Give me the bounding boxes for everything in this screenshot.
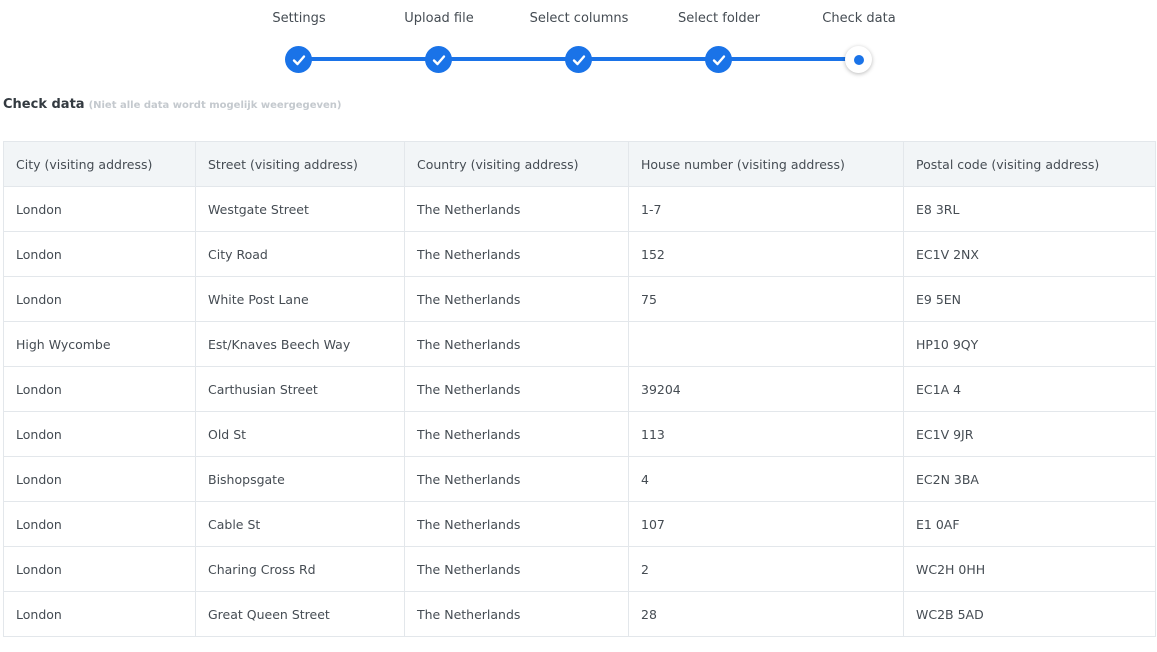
table-cell: 4 xyxy=(628,456,904,502)
section-note: (Niet alle data wordt mogelijk weergegev… xyxy=(88,100,342,111)
table-row: London Cable St The Netherlands 107 E1 0… xyxy=(3,501,1156,547)
table-cell xyxy=(628,321,904,367)
table-cell: 2 xyxy=(628,546,904,592)
column-header: House number (visiting address) xyxy=(628,141,904,187)
table-row: London Bishopsgate The Netherlands 4 EC2… xyxy=(3,456,1156,502)
table-cell: E1 0AF xyxy=(903,501,1156,547)
dot-icon xyxy=(853,54,864,65)
table-cell: Great Queen Street xyxy=(195,591,405,637)
table-cell: London xyxy=(3,546,196,592)
table-cell: EC1A 4 xyxy=(903,366,1156,412)
table-cell: The Netherlands xyxy=(404,186,629,232)
table-cell: The Netherlands xyxy=(404,276,629,322)
table-cell: Cable St xyxy=(195,501,405,547)
table-cell: HP10 9QY xyxy=(903,321,1156,367)
table-cell: High Wycombe xyxy=(3,321,196,367)
table-cell: The Netherlands xyxy=(404,501,629,547)
step-label: Check data xyxy=(822,11,896,26)
check-icon xyxy=(425,46,452,73)
table-cell: London xyxy=(3,501,196,547)
data-preview-table: City (visiting address) Street (visiting… xyxy=(3,141,1156,637)
table-cell: London xyxy=(3,411,196,457)
check-icon xyxy=(705,46,732,73)
table-row: High Wycombe Est/Knaves Beech Way The Ne… xyxy=(3,321,1156,367)
table-row: London Great Queen Street The Netherland… xyxy=(3,591,1156,637)
table-cell: The Netherlands xyxy=(404,591,629,637)
table-cell: 28 xyxy=(628,591,904,637)
table-cell: EC1V 9JR xyxy=(903,411,1156,457)
table-cell: WC2B 5AD xyxy=(903,591,1156,637)
column-header: Country (visiting address) xyxy=(404,141,629,187)
progress-stepper: Settings Upload file Select columns Sele… xyxy=(0,0,1157,80)
table-cell: 1-7 xyxy=(628,186,904,232)
table-cell: 107 xyxy=(628,501,904,547)
table-cell: London xyxy=(3,276,196,322)
table-cell: The Netherlands xyxy=(404,411,629,457)
table-cell: The Netherlands xyxy=(404,546,629,592)
table-cell: Westgate Street xyxy=(195,186,405,232)
table-row: London White Post Lane The Netherlands 7… xyxy=(3,276,1156,322)
table-cell: City Road xyxy=(195,231,405,277)
step-label: Select folder xyxy=(678,11,760,26)
table-cell: London xyxy=(3,366,196,412)
table-cell: 39204 xyxy=(628,366,904,412)
table-row: London Charing Cross Rd The Netherlands … xyxy=(3,546,1156,592)
table-row: London Westgate Street The Netherlands 1… xyxy=(3,186,1156,232)
table-cell: EC1V 2NX xyxy=(903,231,1156,277)
table-cell: London xyxy=(3,456,196,502)
column-header: Postal code (visiting address) xyxy=(903,141,1156,187)
table-cell: Carthusian Street xyxy=(195,366,405,412)
table-cell: The Netherlands xyxy=(404,456,629,502)
column-header: Street (visiting address) xyxy=(195,141,405,187)
table-cell: The Netherlands xyxy=(404,366,629,412)
table-row: London Old St The Netherlands 113 EC1V 9… xyxy=(3,411,1156,457)
table-row: London City Road The Netherlands 152 EC1… xyxy=(3,231,1156,277)
table-header-row: City (visiting address) Street (visiting… xyxy=(3,141,1156,187)
step-label: Settings xyxy=(272,11,326,26)
table-cell: 152 xyxy=(628,231,904,277)
table-cell: Charing Cross Rd xyxy=(195,546,405,592)
check-icon xyxy=(565,46,592,73)
table-row: London Carthusian Street The Netherlands… xyxy=(3,366,1156,412)
table-cell: White Post Lane xyxy=(195,276,405,322)
table-cell: 113 xyxy=(628,411,904,457)
step-label: Select columns xyxy=(529,11,629,26)
table-cell: E8 3RL xyxy=(903,186,1156,232)
table-cell: Bishopsgate xyxy=(195,456,405,502)
check-icon xyxy=(285,46,312,73)
step-label: Upload file xyxy=(404,11,474,26)
table-cell: EC2N 3BA xyxy=(903,456,1156,502)
table-cell: The Netherlands xyxy=(404,321,629,367)
table-cell: London xyxy=(3,231,196,277)
table-cell: WC2H 0HH xyxy=(903,546,1156,592)
table-cell: Old St xyxy=(195,411,405,457)
table-cell: E9 5EN xyxy=(903,276,1156,322)
table-cell: London xyxy=(3,186,196,232)
table-cell: Est/Knaves Beech Way xyxy=(195,321,405,367)
current-step-dot-icon xyxy=(845,46,872,73)
table-cell: London xyxy=(3,591,196,637)
section-title: Check data (Niet alle data wordt mogelijk… xyxy=(3,97,341,112)
section-title-text: Check data xyxy=(3,97,85,112)
table-cell: The Netherlands xyxy=(404,231,629,277)
table-cell: 75 xyxy=(628,276,904,322)
column-header: City (visiting address) xyxy=(3,141,196,187)
